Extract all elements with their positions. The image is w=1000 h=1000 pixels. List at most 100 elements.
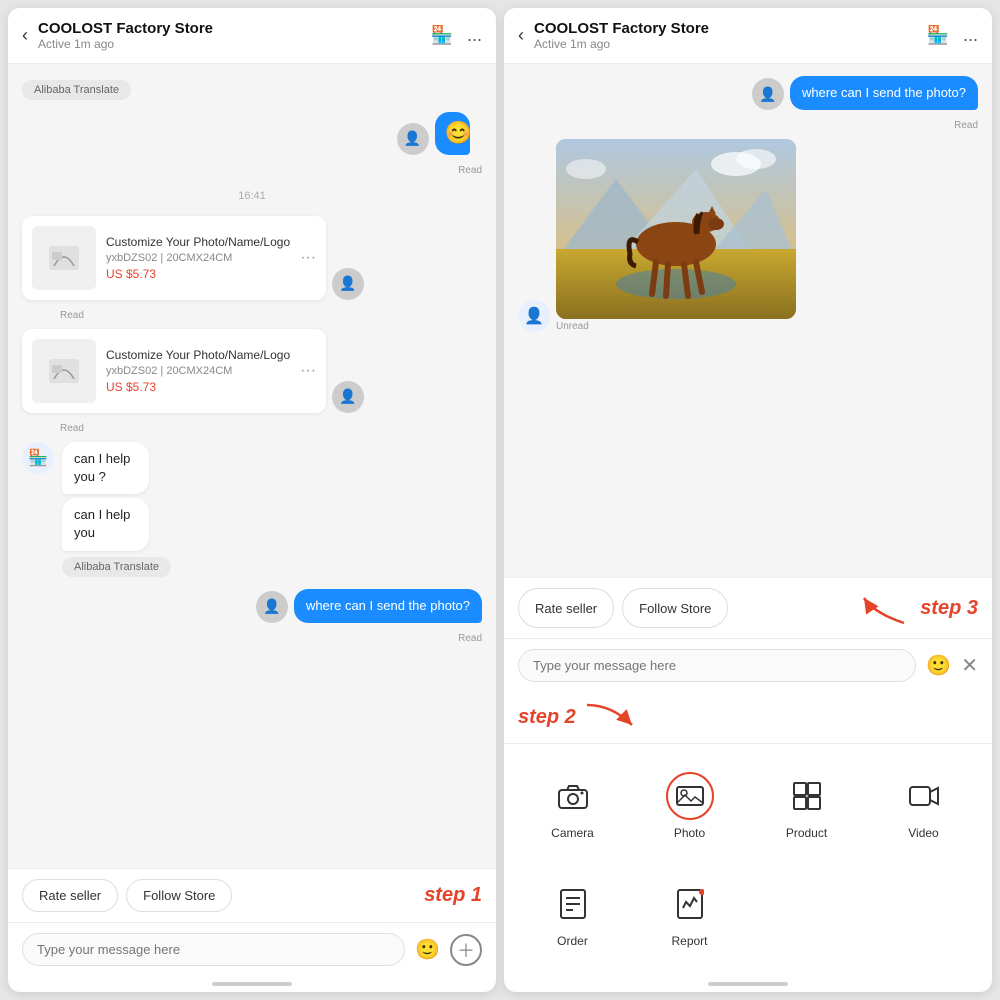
emoji-bubble: 😊 — [435, 112, 471, 155]
order-label: Order — [557, 934, 588, 948]
right-header-info: COOLOST Factory Store Active 1m ago — [534, 20, 917, 51]
tools-row-1: Camera Photo — [504, 743, 992, 868]
unread-label: Unread — [556, 321, 796, 332]
video-label: Video — [908, 826, 938, 840]
tool-photo[interactable]: Photo — [631, 760, 748, 852]
read-label-user: Read — [22, 633, 482, 644]
left-bottom-bar — [212, 982, 292, 986]
user-avatar-1: 👤 — [397, 123, 429, 155]
product-more-2[interactable]: ··· — [300, 362, 316, 380]
product-icon-wrap — [783, 772, 831, 820]
left-chat-area: Alibaba Translate 😊 👤 Read 16:41 — [8, 64, 496, 868]
left-message-input[interactable] — [22, 933, 405, 966]
right-bottom-bar — [708, 982, 788, 986]
camera-icon — [557, 782, 589, 810]
right-seller-avatar: 👤 — [518, 300, 550, 332]
step2-arrow — [582, 700, 642, 735]
horse-image — [556, 139, 796, 319]
right-active-status: Active 1m ago — [534, 37, 917, 51]
left-back-button[interactable]: ‹ — [22, 25, 28, 46]
product-sku-1: yxbDZS02 | 20CMX24CM — [106, 252, 290, 264]
right-user-avatar: 👤 — [752, 78, 784, 110]
right-user-msg-row: where can I send the photo? 👤 — [518, 76, 978, 110]
tool-product[interactable]: Product — [748, 760, 865, 852]
translate-badge-seller: Alibaba Translate — [62, 557, 171, 577]
left-shop-icon[interactable]: 🏪 — [431, 25, 453, 46]
time-label: 16:41 — [22, 190, 482, 202]
follow-store-button-left[interactable]: Follow Store — [126, 879, 232, 912]
follow-store-button-right[interactable]: Follow Store — [622, 588, 728, 628]
seller-avatar-3: 🏪 — [22, 442, 54, 474]
right-input-bar: 🙂 ✕ — [504, 638, 992, 692]
product-name-1: Customize Your Photo/Name/Logo — [106, 235, 290, 251]
left-panel: ‹ COOLOST Factory Store Active 1m ago 🏪 … — [8, 8, 496, 992]
tools-row-2: Order Report — [504, 868, 992, 976]
product-card-2[interactable]: Customize Your Photo/Name/Logo yxbDZS02 … — [22, 329, 326, 413]
photo-icon-wrap — [666, 772, 714, 820]
right-user-msg-bubble: where can I send the photo? — [790, 76, 978, 110]
product-card-row-1: Customize Your Photo/Name/Logo yxbDZS02 … — [22, 216, 482, 300]
rate-seller-button-left[interactable]: Rate seller — [22, 879, 118, 912]
product-name-2: Customize Your Photo/Name/Logo — [106, 348, 290, 364]
tool-order[interactable]: Order — [514, 868, 631, 960]
product-card-1[interactable]: Customize Your Photo/Name/Logo yxbDZS02 … — [22, 216, 326, 300]
product-img-2 — [32, 339, 96, 403]
report-icon — [676, 888, 704, 920]
step2-area: step 2 — [504, 700, 992, 743]
right-emoji-icon[interactable]: 🙂 — [926, 653, 951, 678]
left-header: ‹ COOLOST Factory Store Active 1m ago 🏪 … — [8, 8, 496, 64]
product-price-1: US $5.73 — [106, 267, 290, 281]
step2-label: step 2 — [518, 706, 576, 729]
seller-avatar-2: 👤 — [332, 381, 364, 413]
left-header-icons: 🏪 ... — [431, 25, 482, 46]
left-header-info: COOLOST Factory Store Active 1m ago — [38, 20, 421, 51]
right-store-name: COOLOST Factory Store — [534, 20, 917, 37]
product-label: Product — [786, 826, 827, 840]
right-read-label-user: Read — [518, 120, 978, 131]
video-icon — [908, 783, 940, 809]
seller-msgs: can I help you ? can I help you Alibaba … — [62, 442, 178, 581]
read-label-emoji: Read — [22, 165, 482, 176]
camera-icon-wrap — [549, 772, 597, 820]
left-active-status: Active 1m ago — [38, 37, 421, 51]
left-action-buttons: Rate seller Follow Store step 1 — [8, 868, 496, 922]
order-icon-wrap — [549, 880, 597, 928]
tool-video[interactable]: Video — [865, 760, 982, 852]
right-message-input[interactable] — [518, 649, 916, 682]
right-panel: ‹ COOLOST Factory Store Active 1m ago 🏪 … — [504, 8, 992, 992]
left-more-icon[interactable]: ... — [467, 25, 482, 46]
right-action-buttons: Rate seller Follow Store step 3 — [504, 577, 992, 638]
seller-msg-2: can I help you — [62, 498, 149, 550]
right-more-icon[interactable]: ... — [963, 25, 978, 46]
left-add-button[interactable]: ＋ — [450, 934, 482, 966]
user-msg-row: where can I send the photo? 👤 — [22, 589, 482, 623]
rate-seller-button-right[interactable]: Rate seller — [518, 588, 614, 628]
tools-container: step 2 — [504, 692, 992, 976]
step3-label: step 3 — [920, 597, 978, 620]
tool-report[interactable]: Report — [631, 868, 748, 960]
tool-camera[interactable]: Camera — [514, 760, 631, 852]
right-header: ‹ COOLOST Factory Store Active 1m ago 🏪 … — [504, 8, 992, 64]
photo-icon — [675, 783, 705, 809]
product-img-1 — [32, 226, 96, 290]
user-msg-bubble: where can I send the photo? — [294, 589, 482, 623]
user-avatar-2: 👤 — [256, 591, 288, 623]
product-info-1: Customize Your Photo/Name/Logo yxbDZS02 … — [106, 235, 290, 282]
step1-label: step 1 — [424, 884, 482, 907]
product-info-2: Customize Your Photo/Name/Logo yxbDZS02 … — [106, 348, 290, 395]
read-label-product1: Read — [60, 310, 482, 321]
right-shop-icon[interactable]: 🏪 — [927, 25, 949, 46]
right-back-button[interactable]: ‹ — [518, 25, 524, 46]
product-price-2: US $5.73 — [106, 380, 290, 394]
report-icon-wrap — [666, 880, 714, 928]
left-emoji-icon[interactable]: 🙂 — [415, 937, 440, 962]
product-more-1[interactable]: ··· — [300, 249, 316, 267]
left-input-bar: 🙂 ＋ — [8, 922, 496, 976]
translate-badge-top: Alibaba Translate — [22, 80, 131, 100]
step3-arrow — [854, 588, 914, 628]
horse-image-row: 👤 — [518, 139, 978, 332]
seller-msg-1: can I help you ? — [62, 442, 149, 494]
right-close-icon[interactable]: ✕ — [961, 653, 978, 678]
order-icon — [559, 888, 587, 920]
emoji-message-row: 😊 👤 — [22, 112, 482, 155]
